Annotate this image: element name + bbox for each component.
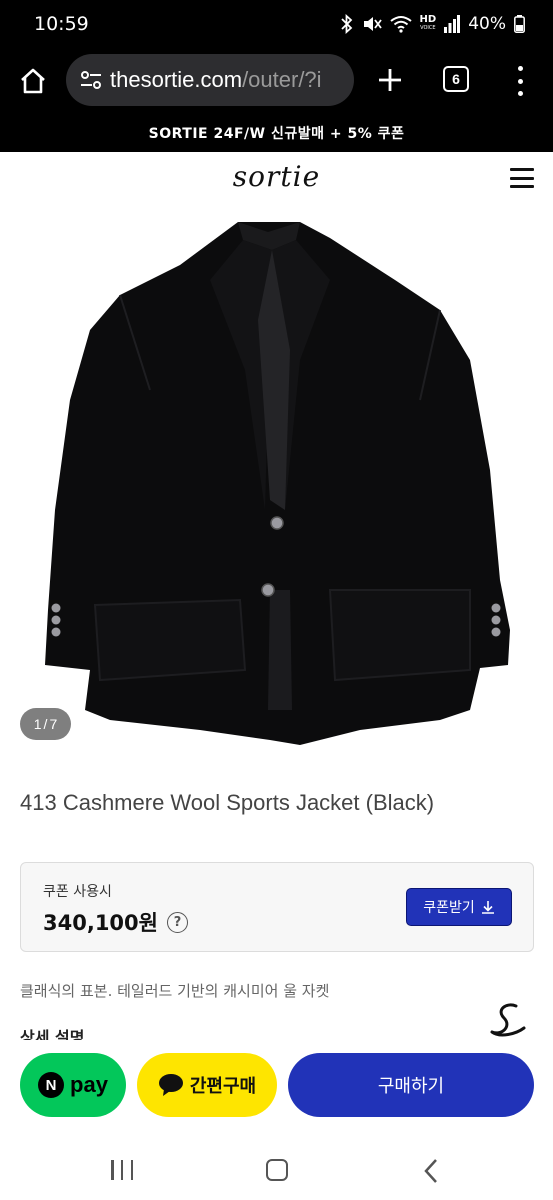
naver-n-icon: N: [38, 1072, 65, 1098]
recents-button[interactable]: [111, 1160, 133, 1180]
dot: [517, 66, 523, 71]
plus-icon: [379, 69, 401, 91]
dot: [517, 78, 523, 84]
naver-pay-button[interactable]: N pay: [20, 1053, 126, 1117]
jacket-illustration: [45, 222, 510, 745]
site-logo[interactable]: sortie: [0, 160, 553, 193]
system-navigation: [0, 1140, 553, 1200]
menu-button[interactable]: [510, 168, 534, 188]
signal-icon: [444, 15, 461, 33]
mute-icon: [362, 14, 382, 34]
product-summary: 클래식의 표본. 테일러드 기반의 캐시미어 울 자켓: [20, 982, 330, 1000]
image-total: 7: [49, 716, 58, 732]
recents-line: [111, 1160, 114, 1180]
price-box: 쿠폰 사용시 340,100원 ? 쿠폰받기: [20, 862, 534, 952]
address-bar[interactable]: thesortie.com/outer/?i: [66, 54, 354, 106]
hd-badge-text: HD: [419, 14, 437, 25]
promo-banner[interactable]: SORTIE 24F/W 신규발매 + 5% 쿠폰: [0, 116, 553, 152]
recents-line: [120, 1160, 124, 1180]
hamburger-line: [510, 185, 534, 188]
question-icon[interactable]: ?: [167, 912, 188, 933]
coupon-button-label: 쿠폰받기: [423, 900, 475, 916]
status-bar: 10:59 HD VOICE 40%: [0, 0, 553, 52]
product-title: 413 Cashmere Wool Sports Jacket (Black): [20, 790, 435, 815]
back-chevron-icon: [424, 1159, 437, 1183]
url-text: thesortie.com/outer/?i: [110, 67, 322, 93]
browser-toolbar: thesortie.com/outer/?i 6: [0, 52, 553, 116]
status-time: 10:59: [34, 13, 89, 35]
browser-menu-button[interactable]: [508, 66, 532, 96]
url-domain: thesortie.com: [110, 67, 243, 92]
hamburger-line: [510, 176, 534, 180]
wifi-icon: [389, 15, 412, 33]
naver-pay-label: pay: [70, 1072, 108, 1097]
coupon-price-label: 쿠폰 사용시: [43, 884, 112, 900]
detail-heading[interactable]: 상세 설명: [20, 1024, 84, 1040]
image-counter: 1 / 7: [20, 708, 71, 740]
new-tab-button[interactable]: [372, 62, 408, 98]
download-icon: [481, 901, 494, 914]
kakao-pay-label: 간편구매: [189, 1076, 257, 1097]
floating-logo-icon[interactable]: [486, 1000, 528, 1040]
system-home-button[interactable]: [266, 1159, 288, 1181]
battery-icon: [514, 15, 525, 33]
recents-line: [130, 1160, 133, 1180]
status-icons: HD VOICE 40%: [340, 14, 525, 34]
site-settings-icon[interactable]: [78, 67, 104, 93]
product-image[interactable]: [0, 210, 553, 750]
buy-button[interactable]: 구매하기: [288, 1053, 534, 1117]
image-separator: /: [43, 716, 48, 732]
purchase-bar: N pay 간편구매 구매하기: [0, 1040, 553, 1140]
home-button[interactable]: [14, 62, 52, 100]
home-icon: [21, 68, 45, 94]
kakao-pay-button[interactable]: 간편구매: [137, 1053, 277, 1117]
speech-bubble-icon: [158, 1074, 183, 1096]
coupon-price: 340,100원: [43, 911, 158, 935]
back-button[interactable]: [422, 1158, 442, 1184]
tab-switcher-button[interactable]: 6: [443, 66, 469, 92]
voice-badge-text: VOICE: [420, 25, 436, 31]
site-header: sortie: [0, 152, 553, 210]
battery-percent: 40%: [468, 14, 506, 34]
hd-voice-badge: HD VOICE: [419, 14, 437, 32]
image-index: 1: [33, 716, 42, 732]
dot: [517, 91, 523, 96]
hamburger-line: [510, 168, 534, 171]
url-path: /outer/?i: [242, 67, 322, 92]
download-coupon-button[interactable]: 쿠폰받기: [406, 888, 512, 926]
bluetooth-icon: [340, 14, 354, 34]
